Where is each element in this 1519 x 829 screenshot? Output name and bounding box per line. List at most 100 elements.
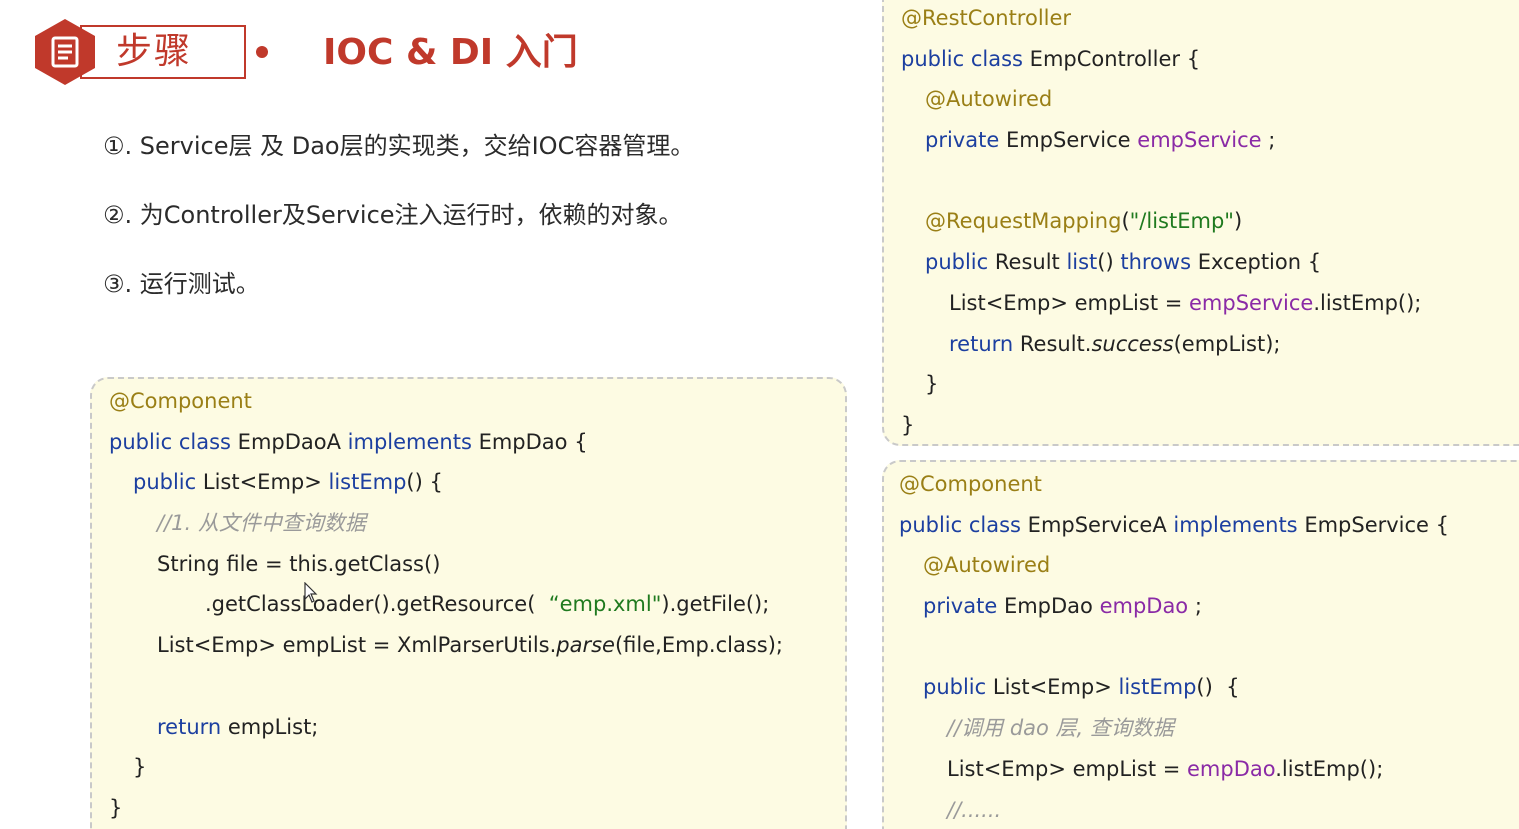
code-token: ; [1188, 594, 1202, 619]
code-token: listEmp [328, 470, 407, 495]
code-token: empDao [1187, 756, 1276, 781]
code-token: list [1066, 250, 1098, 275]
code-token: private [925, 128, 1006, 153]
code-token: public class [899, 512, 1028, 537]
badge-label: 步骤 [116, 31, 193, 72]
code-token: Result. [1019, 331, 1092, 356]
controller-code-block: @RestController public class EmpControlle… [901, 0, 1421, 446]
code-line: public List<Emp> listEmp() { [899, 667, 1449, 708]
code-line: } [901, 364, 1421, 405]
code-token: Exception { [1197, 250, 1322, 275]
code-token: public [133, 470, 203, 495]
code-token: public class [901, 46, 1030, 71]
code-line: return empList; [109, 707, 783, 748]
code-token: empService [1189, 290, 1314, 315]
code-token: } [925, 372, 939, 397]
code-line: } [901, 405, 1421, 446]
code-token: public [925, 250, 995, 275]
code-token: List<Emp> [992, 675, 1119, 700]
code-token: } [133, 755, 147, 780]
code-token: EmpDao { [478, 429, 588, 454]
mouse-cursor-icon [304, 582, 318, 603]
code-token: listEmp [1118, 675, 1197, 700]
code-token: EmpController { [1029, 46, 1201, 71]
code-token: @Component [899, 472, 1042, 496]
code-token: .listEmp(); [1275, 756, 1384, 781]
code-token: parse [556, 633, 615, 658]
code-line: List<Emp> empList = XmlParserUtils.parse… [109, 625, 783, 666]
code-token: empDao [1099, 594, 1189, 619]
code-line: @Autowired [899, 545, 1449, 586]
code-line: public class EmpDaoA implements EmpDao { [109, 422, 783, 463]
slide: 步骤 IOC & DI 入门 ①. Service层 及 Dao层的实现类，交给… [0, 0, 1519, 829]
code-line: @RestController [901, 0, 1421, 39]
code-token: .getClassLoader().getResource( [205, 592, 549, 617]
step-badge: 步骤 [34, 18, 246, 85]
document-icon [35, 19, 95, 85]
code-line: @Component [109, 381, 783, 422]
code-token: (file,Emp.class); [614, 633, 783, 658]
code-token: ; [1261, 128, 1276, 153]
code-line: @Component [899, 464, 1449, 505]
code-line: //1. 从文件中查询数据 [109, 503, 783, 544]
code-token: List<Emp> empList = [947, 756, 1187, 781]
step-3: ③. 运行测试。 [103, 270, 260, 298]
code-line: private EmpService empService ; [901, 120, 1421, 161]
code-token: “emp.xml" [548, 592, 662, 617]
code-line: private EmpDao empDao ; [899, 586, 1449, 627]
dao-code-block: @Component public class EmpDaoA implement… [109, 381, 783, 829]
code-line: public class EmpServiceA implements EmpS… [899, 505, 1449, 546]
service-code-block: @Component public class EmpServiceA imple… [899, 464, 1449, 829]
code-token: @Component [109, 389, 252, 413]
code-token: implements [1173, 512, 1305, 537]
code-token: (empList); [1173, 331, 1281, 356]
code-line: @RequestMapping("/listEmp") [901, 201, 1421, 242]
code-token: //调用 dao 层, 查询数据 [947, 716, 1174, 741]
code-token: .listEmp(); [1313, 290, 1422, 315]
code-token: implements [347, 429, 479, 454]
code-token: empList; [227, 714, 319, 739]
code-line: public class EmpController { [901, 39, 1421, 80]
code-token: @RequestMapping [925, 209, 1122, 234]
code-token: EmpDao [1003, 594, 1100, 619]
code-token: Result [994, 250, 1067, 275]
code-token: String file = this.getClass() [157, 551, 441, 576]
title-bullet [256, 46, 268, 58]
code-token: () [1097, 250, 1121, 275]
code-token: ) [1233, 209, 1243, 234]
code-line: .getClassLoader().getResource( “emp.xml"… [109, 584, 783, 625]
code-token: private [923, 594, 1004, 619]
code-token: @Autowired [923, 553, 1051, 578]
code-token: //...... [947, 797, 1002, 822]
code-token: empService [1137, 128, 1262, 153]
code-token: throws [1120, 250, 1198, 275]
code-token: //1. 从文件中查询数据 [157, 511, 366, 536]
code-token: ).getFile(); [661, 592, 770, 617]
code-token: List<Emp> empList = XmlParserUtils. [157, 633, 557, 658]
code-token: ( [1121, 209, 1130, 234]
code-token: List<Emp> [202, 470, 329, 495]
code-line: String file = this.getClass() [109, 544, 783, 585]
code-line: return Result.success(empList); [901, 324, 1421, 365]
code-line: List<Emp> empList = empDao.listEmp(); [899, 749, 1449, 790]
code-token: return [949, 331, 1020, 356]
code-line: //...... [899, 790, 1449, 829]
code-token: EmpServiceA [1027, 512, 1174, 537]
code-token: public [923, 675, 993, 700]
code-line: List<Emp> empList = empService.listEmp()… [901, 283, 1421, 324]
code-token: EmpService [1005, 128, 1138, 153]
code-token: @RestController [901, 6, 1072, 30]
step-2: ②. 为Controller及Service注入运行时，依赖的对象。 [103, 201, 683, 229]
code-token: EmpDaoA [237, 429, 348, 454]
code-line: @Autowired [901, 79, 1421, 120]
code-token: } [109, 795, 123, 820]
code-token: "/listEmp" [1129, 209, 1234, 234]
code-token: public class [109, 429, 238, 454]
code-token: return [157, 714, 228, 739]
code-line: public List<Emp> listEmp() { [109, 462, 783, 503]
code-token: EmpService { [1304, 512, 1450, 537]
code-token: () { [1196, 675, 1240, 700]
code-token: success [1091, 331, 1174, 356]
